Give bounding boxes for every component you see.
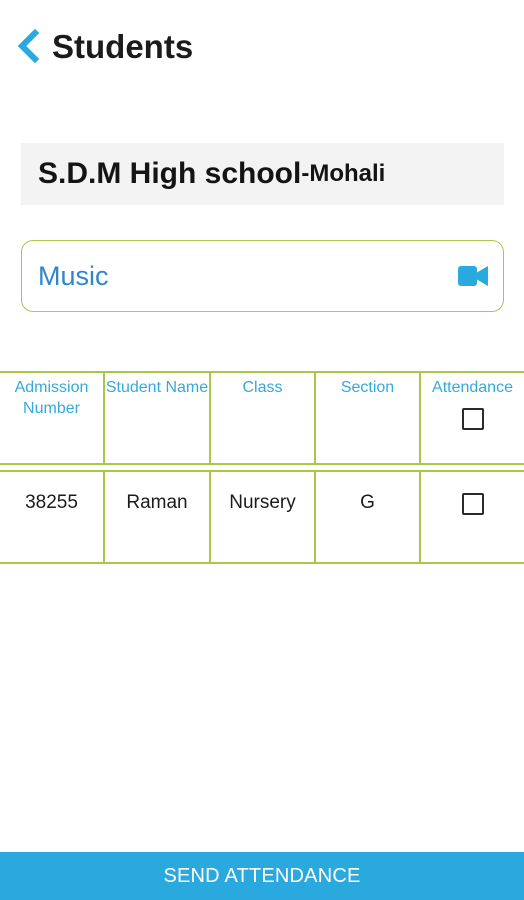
subject-field[interactable]: Music (21, 240, 504, 312)
students-table: Admission Number Student Name Class Sect… (0, 371, 524, 564)
column-header-class: Class (211, 373, 316, 463)
page-title: Students (52, 28, 194, 65)
column-header-attendance: Attendance (421, 373, 524, 463)
attendance-cell (421, 472, 524, 562)
subject-label: Music (38, 260, 109, 291)
school-city: -Mohali (301, 160, 386, 187)
back-button[interactable] (10, 28, 46, 68)
school-banner: S.D.M High school -Mohali (21, 143, 504, 205)
section-cell: G (316, 472, 421, 562)
chevron-left-icon (16, 28, 40, 68)
students-screen: Students S.D.M High school -Mohali Music … (0, 0, 524, 900)
column-header-student-name: Student Name (105, 373, 211, 463)
column-header-admission-number: Admission Number (0, 373, 105, 463)
column-header-section: Section (316, 373, 421, 463)
table-row: 38255 Raman Nursery G (0, 470, 524, 564)
app-header: Students (0, 0, 524, 95)
send-attendance-button[interactable]: SEND ATTENDANCE (0, 852, 524, 900)
school-name: S.D.M High school (38, 157, 302, 190)
video-camera-icon[interactable] (457, 264, 489, 288)
attendance-checkbox[interactable] (461, 493, 484, 515)
class-cell: Nursery (211, 472, 316, 562)
select-all-attendance-checkbox[interactable] (461, 408, 484, 430)
student-name-cell: Raman (105, 472, 211, 562)
admission-number-cell: 38255 (0, 472, 105, 562)
table-header-row: Admission Number Student Name Class Sect… (0, 371, 524, 465)
